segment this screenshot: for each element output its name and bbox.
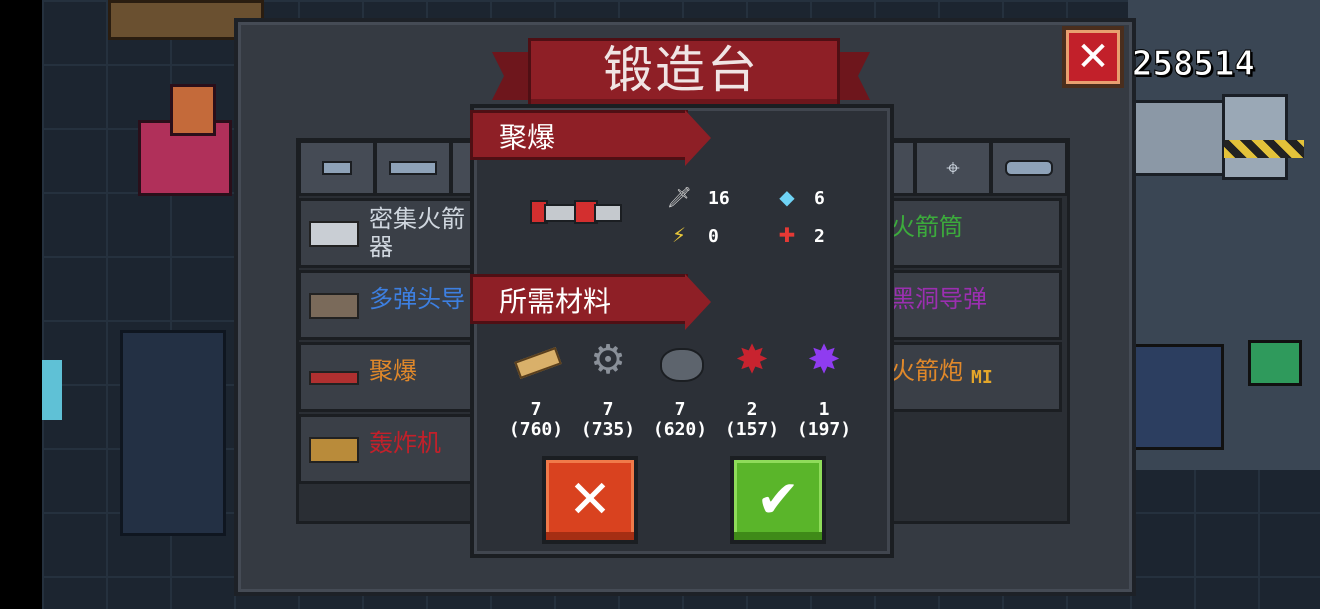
weapon-row-dense-rocket[interactable]: 密集火箭器: [298, 198, 480, 268]
weapon-name: 火箭炮: [891, 357, 963, 385]
page-title: 锻造台: [603, 41, 759, 99]
iron-ore-icon: [656, 344, 704, 384]
pistol-icon: [322, 161, 352, 175]
cancel-button[interactable]: ✕: [542, 456, 638, 544]
left-letterbox: [0, 0, 42, 609]
wood-plank-icon: [512, 344, 562, 384]
gem-counter: 258514: [1132, 44, 1256, 85]
weapon-name: 黑洞导弹: [891, 285, 987, 313]
dense-rocket-icon: [309, 221, 359, 247]
weapon-name: 火箭筒: [891, 213, 963, 241]
crit-icon: ⚡: [671, 223, 687, 247]
tab-fish-gun[interactable]: [990, 140, 1068, 196]
bomber-icon: [309, 437, 359, 463]
close-button[interactable]: ✕: [1062, 26, 1124, 88]
tab-crosshair[interactable]: ⌖: [914, 140, 992, 196]
energy-diamond-icon: ◆: [779, 185, 795, 209]
weapon-row-bomber[interactable]: 轰炸机: [298, 414, 480, 484]
weapon-row-rocket-cannon[interactable]: 火箭炮 MI: [886, 342, 1062, 412]
dark-machine: [120, 330, 226, 536]
green-crate: [1248, 340, 1302, 386]
tab-pistol[interactable]: [298, 140, 376, 196]
weapon-row-multi-warhead[interactable]: 多弹头导: [298, 270, 480, 340]
material-count: 1 (197): [796, 399, 852, 440]
npc-character: [170, 84, 216, 136]
material-count: 7 (620): [652, 399, 708, 440]
weapon-name: 多弹头导: [369, 285, 465, 313]
purple-crystal-icon: ✸: [807, 337, 841, 383]
material-count: 7 (735): [580, 399, 636, 440]
workbench-machine: [1132, 100, 1228, 176]
material-count: 2 (157): [724, 399, 780, 440]
weapon-row-implosion[interactable]: 聚爆: [298, 342, 480, 412]
gear-icon: ⚙: [590, 337, 626, 383]
implosion-icon: [309, 371, 359, 385]
crystal-decoration: [42, 360, 62, 420]
materials-banner: 所需材料: [470, 274, 711, 330]
weapon-name: 聚爆: [369, 357, 417, 385]
tier-badge: MI: [971, 367, 993, 388]
sword-icon: 🗡: [666, 185, 692, 209]
red-crystal-icon: ✸: [735, 337, 769, 383]
spread-crosshair-icon: ✚: [778, 223, 796, 247]
material-count: 7 (760): [508, 399, 564, 440]
hazard-stripe: [1224, 140, 1304, 158]
blueprint-board: [1128, 344, 1224, 450]
crit-value: 0: [708, 226, 719, 247]
workbench-machine-2: [1222, 94, 1288, 180]
spread-value: 2: [814, 226, 825, 247]
weapon-row-rocket-launcher[interactable]: 火箭筒: [886, 198, 1062, 268]
crosshair-icon: ⌖: [946, 154, 960, 182]
damage-value: 16: [708, 188, 730, 209]
fish-gun-icon: [1005, 160, 1053, 176]
weapon-name: 轰炸机: [369, 429, 441, 457]
multi-warhead-icon: [309, 293, 359, 319]
implosion-weapon-icon: [530, 200, 622, 224]
tab-rifle[interactable]: [374, 140, 452, 196]
weapon-name-banner: 聚爆: [470, 110, 711, 166]
confirm-button[interactable]: ✔: [730, 456, 826, 544]
weapon-detail-popup: [470, 104, 894, 558]
rifle-icon: [389, 161, 437, 175]
energy-value: 6: [814, 188, 825, 209]
weapon-name: 密集火箭器: [369, 205, 465, 261]
weapon-row-black-hole[interactable]: 黑洞导弹: [886, 270, 1062, 340]
